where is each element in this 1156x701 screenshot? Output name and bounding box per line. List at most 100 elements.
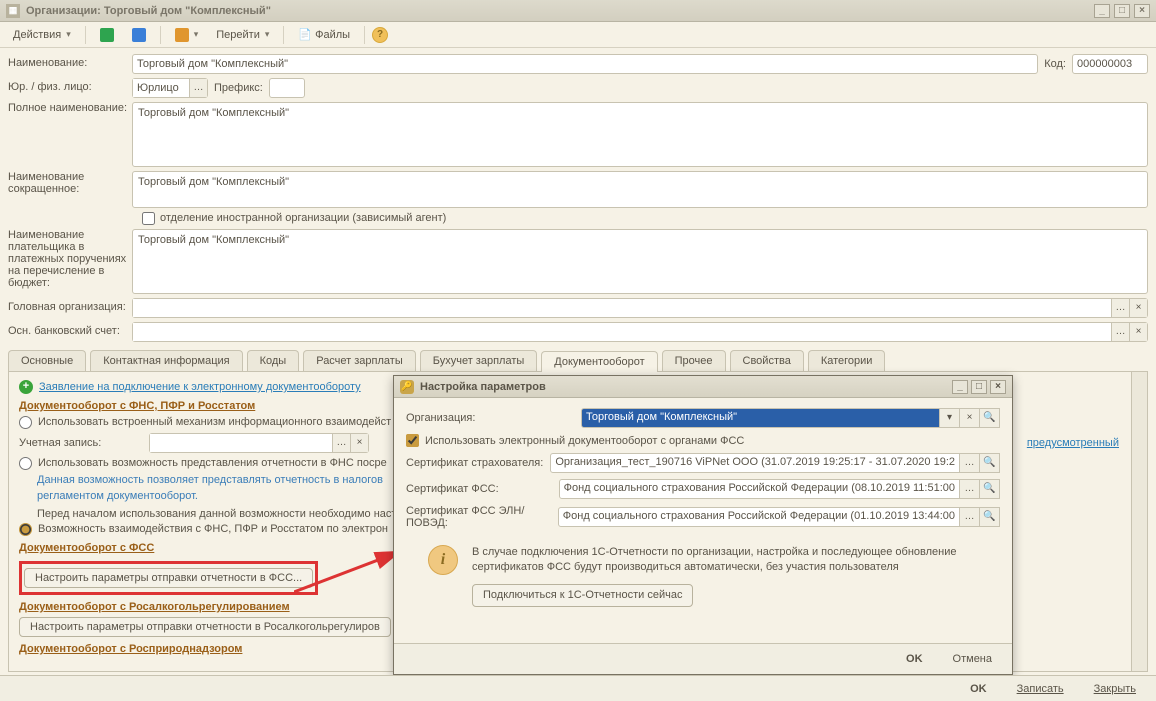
toolbar-clip-button[interactable] <box>168 25 206 45</box>
legal-dropdown-btn[interactable]: … <box>189 79 207 97</box>
toolbar-refresh-button[interactable] <box>125 25 153 45</box>
payer-label: Наименование плательщика в платежных пор… <box>8 229 132 289</box>
fullname-field[interactable] <box>132 102 1148 167</box>
account-field[interactable]: … × <box>149 433 369 453</box>
tab-salary[interactable]: Расчет зарплаты <box>303 350 416 371</box>
radio-builtin-label: Использовать встроенный механизм информа… <box>38 416 391 428</box>
radio-builtin[interactable] <box>19 416 32 429</box>
modal-info-text: В случае подключения 1С-Отчетности по ор… <box>472 545 996 576</box>
tab-props[interactable]: Свойства <box>730 350 804 371</box>
tab-docflow[interactable]: Документооборот <box>541 351 657 372</box>
account-input[interactable] <box>150 434 332 452</box>
window-titlebar: ▦ Организации: Торговый дом "Комплексный… <box>0 0 1156 22</box>
parent-field[interactable]: … × <box>132 298 1148 318</box>
modal-org-label: Организация: <box>406 412 581 424</box>
parent-input[interactable] <box>133 299 1111 317</box>
connect-1c-button[interactable]: Подключиться к 1С-Отчетности сейчас <box>472 584 693 607</box>
window-title: Организации: Торговый дом "Комплексный" <box>26 5 271 17</box>
modal-cert1-field[interactable]: Организация_тест_190716 ViPNet ООО (31.0… <box>550 453 960 473</box>
payer-field[interactable] <box>132 229 1148 294</box>
bank-field[interactable]: … × <box>132 322 1148 342</box>
bank-clear-btn[interactable]: × <box>1129 323 1147 341</box>
name-label: Наименование: <box>8 54 132 69</box>
modal-restore[interactable]: □ <box>971 380 987 394</box>
radio-electronic[interactable] <box>19 523 32 536</box>
extra-link[interactable]: предусмотренный <box>1027 437 1119 449</box>
radio-electronic-label: Возможность взаимодействия с ФНС, ПФР и … <box>38 523 388 535</box>
restore-button[interactable]: □ <box>1114 4 1130 18</box>
modal-cert1-search[interactable]: 🔍 <box>980 453 1000 473</box>
toolbar-add-button[interactable] <box>93 25 121 45</box>
footer-close-button[interactable]: Закрыть <box>1084 680 1146 698</box>
help-icon[interactable]: ? <box>372 27 388 43</box>
footer-save-button[interactable]: Записать <box>1007 680 1074 698</box>
tab-salary-acc[interactable]: Бухучет зарплаты <box>420 350 538 371</box>
modal-cert3-label: Сертификат ФСС ЭЛН/ПОВЭД: <box>406 505 558 529</box>
modal-ok-button[interactable]: OK <box>896 650 933 668</box>
modal-org-clear[interactable]: × <box>960 408 980 428</box>
bank-select-btn[interactable]: … <box>1111 323 1129 341</box>
account-clear-btn[interactable]: × <box>350 434 368 452</box>
main-toolbar: Действия Перейти 📄 Файлы ? <box>0 22 1156 48</box>
modal-cert1-label: Сертификат страхователя: <box>406 457 550 469</box>
plus-icon: + <box>19 380 33 394</box>
files-button[interactable]: 📄 Файлы <box>291 25 357 44</box>
scrollbar[interactable] <box>1131 372 1147 671</box>
legal-value[interactable] <box>133 79 189 97</box>
modal-cert3-select[interactable]: … <box>960 507 980 527</box>
app-link[interactable]: Заявление на подключение к электронному … <box>39 381 361 393</box>
settings-modal: 🔑 Настройка параметров _ □ × Организация… <box>393 375 1013 675</box>
goto-menu[interactable]: Перейти <box>209 26 276 44</box>
tabstrip: Основные Контактная информация Коды Расч… <box>8 350 1148 372</box>
form-area: Наименование: Код: Юр. / физ. лицо: … Пр… <box>0 48 1156 342</box>
configure-fss-button[interactable]: Настроить параметры отправки отчетности … <box>24 568 313 588</box>
modal-cancel-button[interactable]: Отмена <box>943 650 1002 668</box>
prefix-field[interactable] <box>269 78 305 98</box>
modal-org-field[interactable]: Торговый дом "Комплексный" <box>581 408 940 428</box>
modal-cert2-field[interactable]: Фонд социального страхования Российской … <box>559 479 960 499</box>
modal-title-text: Настройка параметров <box>420 381 546 393</box>
name-field[interactable] <box>132 54 1038 74</box>
highlight-box: Настроить параметры отправки отчетности … <box>19 561 318 595</box>
modal-cert1-select[interactable]: … <box>960 453 980 473</box>
modal-titlebar: 🔑 Настройка параметров _ □ × <box>394 376 1012 398</box>
modal-cert2-select[interactable]: … <box>960 479 980 499</box>
legal-dropdown[interactable]: … <box>132 78 208 98</box>
modal-cert2-search[interactable]: 🔍 <box>980 479 1000 499</box>
modal-edo-label: Использовать электронный документооборот… <box>425 435 744 447</box>
modal-cert3-field[interactable]: Фонд социального страхования Российской … <box>558 507 960 527</box>
parent-clear-btn[interactable]: × <box>1129 299 1147 317</box>
info-icon: i <box>428 545 458 575</box>
tab-contacts[interactable]: Контактная информация <box>90 350 242 371</box>
modal-close[interactable]: × <box>990 380 1006 394</box>
bank-label: Осн. банковский счет: <box>8 322 132 337</box>
modal-footer: OK Отмена <box>394 643 1012 674</box>
code-field[interactable] <box>1072 54 1148 74</box>
bank-input[interactable] <box>133 323 1111 341</box>
modal-org-dd[interactable]: ▾ <box>940 408 960 428</box>
tab-other[interactable]: Прочее <box>662 350 726 371</box>
minimize-button[interactable]: _ <box>1094 4 1110 18</box>
radio-external-label: Использовать возможность представления о… <box>38 457 387 469</box>
parent-select-btn[interactable]: … <box>1111 299 1129 317</box>
modal-edo-checkbox[interactable] <box>406 434 419 447</box>
foreign-checkbox[interactable] <box>142 212 155 225</box>
modal-cert3-search[interactable]: 🔍 <box>980 507 1000 527</box>
actions-menu[interactable]: Действия <box>6 26 78 44</box>
modal-org-search[interactable]: 🔍 <box>980 408 1000 428</box>
tab-main[interactable]: Основные <box>8 350 86 371</box>
radio-external[interactable] <box>19 457 32 470</box>
code-label: Код: <box>1044 58 1066 70</box>
tab-codes[interactable]: Коды <box>247 350 300 371</box>
configure-alc-button[interactable]: Настроить параметры отправки отчетности … <box>19 617 391 637</box>
prefix-label: Префикс: <box>214 82 263 94</box>
account-select-btn[interactable]: … <box>332 434 350 452</box>
footer-ok-button[interactable]: OK <box>960 680 997 698</box>
tab-cat[interactable]: Категории <box>808 350 886 371</box>
close-button[interactable]: × <box>1134 4 1150 18</box>
account-label: Учетная запись: <box>19 437 149 449</box>
main-footer: OK Записать Закрыть <box>0 675 1156 701</box>
key-icon: 🔑 <box>400 380 414 394</box>
modal-minimize[interactable]: _ <box>952 380 968 394</box>
shortname-field[interactable] <box>132 171 1148 208</box>
